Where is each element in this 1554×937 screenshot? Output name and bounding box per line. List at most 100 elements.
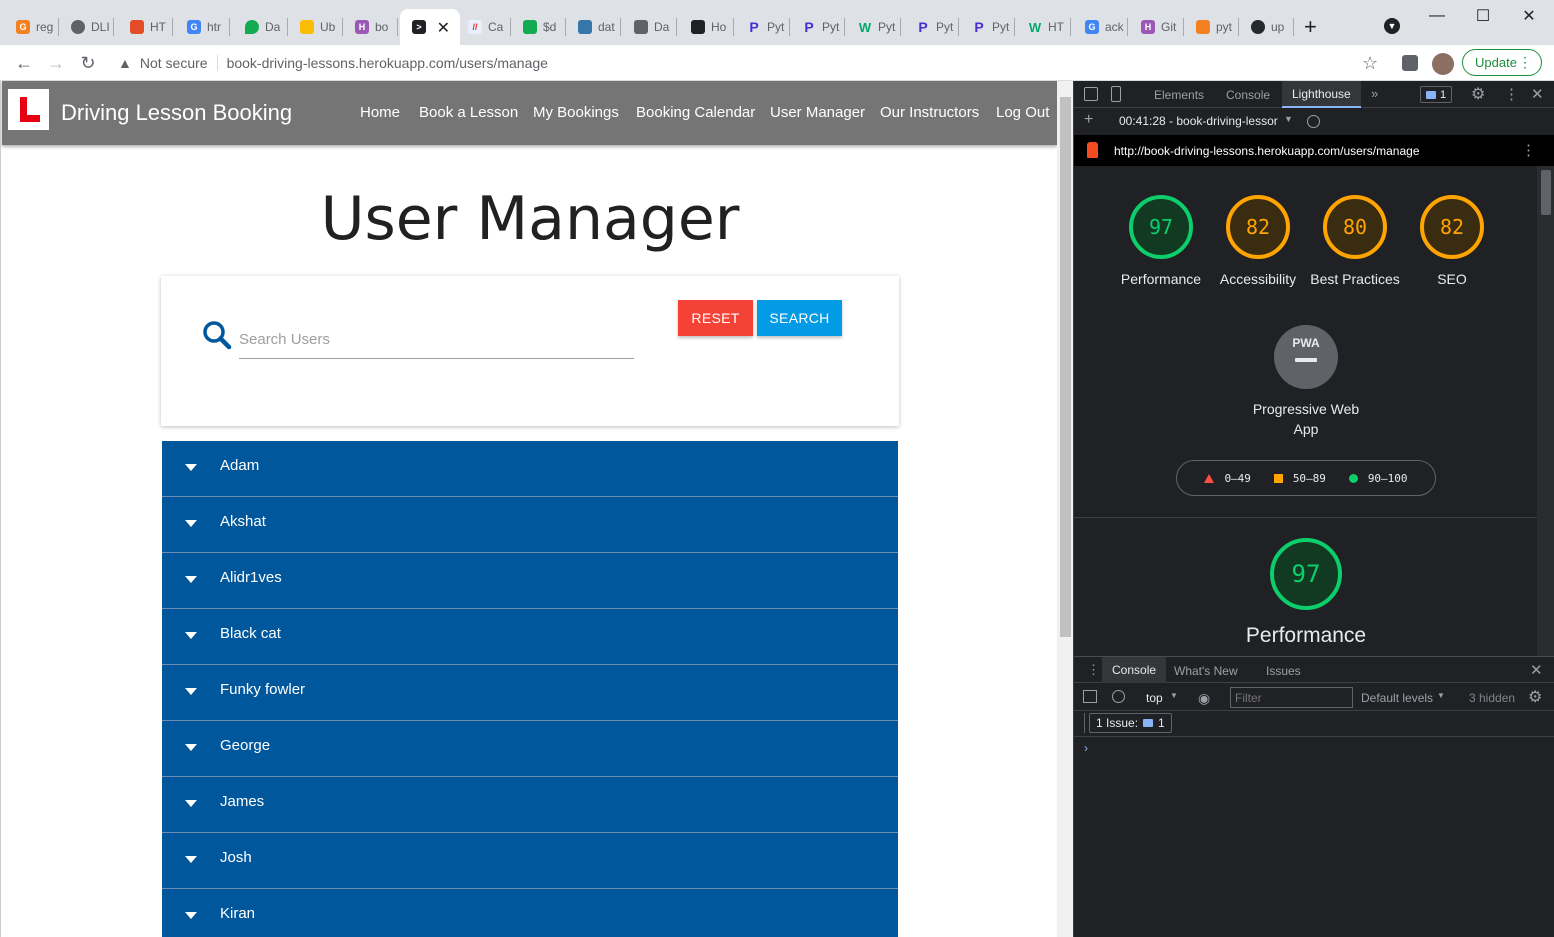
console-prompt-icon[interactable]: › xyxy=(1084,741,1088,755)
browser-tab[interactable]: // Ca xyxy=(456,9,511,45)
report-scrollbar[interactable] xyxy=(1537,166,1554,656)
drawer-menu-icon[interactable]: ⋮ xyxy=(1087,662,1100,678)
nav-my-bookings[interactable]: My Bookings xyxy=(533,104,619,121)
browser-tab-active[interactable]: > ✕ xyxy=(400,9,460,45)
scrollbar-thumb[interactable] xyxy=(1060,97,1071,637)
nav-log-out[interactable]: Log Out xyxy=(996,104,1049,121)
user-list-item[interactable]: Alidr1ves xyxy=(162,553,898,609)
log-levels-dropdown[interactable]: Default levels xyxy=(1361,691,1433,705)
browser-tab[interactable]: P Pyt xyxy=(904,9,959,45)
browser-tab[interactable]: Da xyxy=(233,9,288,45)
user-list-item[interactable]: George xyxy=(162,721,898,777)
address-bar[interactable]: ▲ Not secure book-driving-lessons.heroku… xyxy=(110,49,1390,77)
tab-search-icon[interactable]: ▼ xyxy=(1384,18,1400,34)
device-toolbar-icon[interactable] xyxy=(1111,86,1121,102)
sidebar-toggle-icon[interactable] xyxy=(1083,690,1097,703)
nav-booking-calendar[interactable]: Booking Calendar xyxy=(636,104,755,121)
clear-reports-icon[interactable] xyxy=(1307,115,1320,128)
more-tabs-icon[interactable]: » xyxy=(1371,86,1378,101)
console-settings-gear-icon[interactable]: ⚙ xyxy=(1528,687,1542,707)
user-list-item[interactable]: Funky fowler xyxy=(162,665,898,721)
close-devtools-icon[interactable]: ✕ xyxy=(1531,85,1544,103)
page-scrollbar[interactable] xyxy=(1057,81,1073,937)
report-menu-icon[interactable]: ⋮ xyxy=(1521,141,1536,159)
user-list-item[interactable]: James xyxy=(162,777,898,833)
browser-tab[interactable]: W HT xyxy=(1016,9,1071,45)
nav-book-lesson[interactable]: Book a Lesson xyxy=(419,104,518,121)
browser-tab[interactable]: Hbo xyxy=(343,9,398,45)
back-arrow-icon[interactable]: ← xyxy=(10,49,38,77)
pwa-label[interactable]: Progressive Web App xyxy=(1251,399,1361,439)
search-users-input[interactable] xyxy=(239,321,634,359)
browser-tab[interactable]: Ghtr xyxy=(175,9,230,45)
devtools-tab-console[interactable]: Console xyxy=(1226,81,1270,108)
profile-avatar[interactable] xyxy=(1432,53,1454,75)
browser-tab[interactable]: Ho xyxy=(679,9,734,45)
user-list-item[interactable]: Black cat xyxy=(162,609,898,665)
drawer-tab-bar: ⋮ Console What's New Issues ✕ xyxy=(1074,656,1554,683)
report-selector[interactable]: 00:41:28 - book-driving-lessor xyxy=(1119,114,1278,128)
new-report-icon[interactable]: + xyxy=(1084,111,1093,129)
browser-tab[interactable]: pyt xyxy=(1184,9,1239,45)
inspect-element-icon[interactable] xyxy=(1084,87,1098,101)
browser-tab[interactable]: dat xyxy=(566,9,621,45)
browser-tab[interactable]: Ub xyxy=(288,9,343,45)
settings-gear-icon[interactable]: ⚙ xyxy=(1471,84,1485,104)
nav-home[interactable]: Home xyxy=(360,104,400,121)
nav-user-manager[interactable]: User Manager xyxy=(770,104,865,121)
maximize-button[interactable]: ☐ xyxy=(1460,0,1506,32)
best-practices-score-gauge[interactable]: 80 xyxy=(1323,195,1387,259)
browser-tab[interactable]: P Pyt xyxy=(960,9,1015,45)
user-list-item[interactable]: Akshat xyxy=(162,497,898,553)
new-tab-button[interactable]: + xyxy=(1304,14,1317,40)
issues-counter[interactable]: 1 xyxy=(1420,86,1453,103)
performance-label[interactable]: Performance xyxy=(1106,269,1216,289)
close-drawer-icon[interactable]: ✕ xyxy=(1530,661,1543,679)
forward-arrow-icon[interactable]: → xyxy=(42,49,70,77)
browser-tab[interactable]: P Pyt xyxy=(790,9,845,45)
reload-icon[interactable]: ↻ xyxy=(74,49,102,77)
site-brand[interactable]: Driving Lesson Booking xyxy=(61,100,292,126)
browser-tab[interactable]: DLI xyxy=(59,9,114,45)
devtools-tab-lighthouse[interactable]: Lighthouse xyxy=(1282,81,1361,108)
close-window-button[interactable]: ✕ xyxy=(1506,0,1552,32)
drawer-tab-issues[interactable]: Issues xyxy=(1266,664,1301,678)
browser-tab[interactable]: Gack xyxy=(1073,9,1128,45)
browser-tab[interactable]: P Pyt xyxy=(735,9,790,45)
clear-console-icon[interactable] xyxy=(1112,690,1125,703)
performance-score-gauge[interactable]: 97 xyxy=(1129,195,1193,259)
browser-tab[interactable]: H Git xyxy=(1129,9,1184,45)
seo-score-gauge[interactable]: 82 xyxy=(1420,195,1484,259)
user-list-item[interactable]: Kiran xyxy=(162,889,898,937)
eye-icon[interactable]: ◉ xyxy=(1198,690,1210,707)
accessibility-label[interactable]: Accessibility xyxy=(1203,269,1313,289)
accessibility-score-gauge[interactable]: 82 xyxy=(1226,195,1290,259)
search-button[interactable]: SEARCH xyxy=(757,300,842,336)
minimize-button[interactable]: — xyxy=(1414,0,1460,32)
browser-tab[interactable]: Da xyxy=(622,9,677,45)
pwa-badge[interactable]: PWA xyxy=(1274,325,1338,389)
extensions-puzzle-icon[interactable] xyxy=(1402,55,1418,71)
browser-tab[interactable]: HT xyxy=(118,9,173,45)
seo-label[interactable]: SEO xyxy=(1397,269,1507,289)
browser-tab[interactable]: Greg xyxy=(4,9,59,45)
best-practices-label[interactable]: Best Practices xyxy=(1310,269,1400,289)
browser-tab[interactable]: $d xyxy=(511,9,566,45)
devtools-tab-elements[interactable]: Elements xyxy=(1154,81,1204,108)
drawer-tab-whats-new[interactable]: What's New xyxy=(1174,664,1238,678)
bookmark-star-icon[interactable]: ☆ xyxy=(1362,53,1378,74)
nav-our-instructors[interactable]: Our Instructors xyxy=(880,104,979,121)
user-list-item[interactable]: Adam xyxy=(162,441,898,497)
console-filter-input[interactable] xyxy=(1230,687,1353,708)
reset-button[interactable]: RESET xyxy=(678,300,753,336)
drawer-tab-console[interactable]: Console xyxy=(1102,657,1167,683)
browser-tab[interactable]: up xyxy=(1239,9,1294,45)
issues-button[interactable]: 1 Issue: 1 xyxy=(1089,713,1172,733)
context-selector[interactable]: top xyxy=(1146,691,1163,705)
menu-dots-icon[interactable]: ⋮ xyxy=(1504,85,1519,103)
user-list-item[interactable]: Josh xyxy=(162,833,898,889)
browser-tab[interactable]: W Pyt xyxy=(846,9,901,45)
close-tab-icon[interactable]: ✕ xyxy=(437,18,450,38)
learner-plate-logo[interactable] xyxy=(8,89,49,130)
update-button[interactable]: Update ⋮ xyxy=(1462,49,1542,76)
